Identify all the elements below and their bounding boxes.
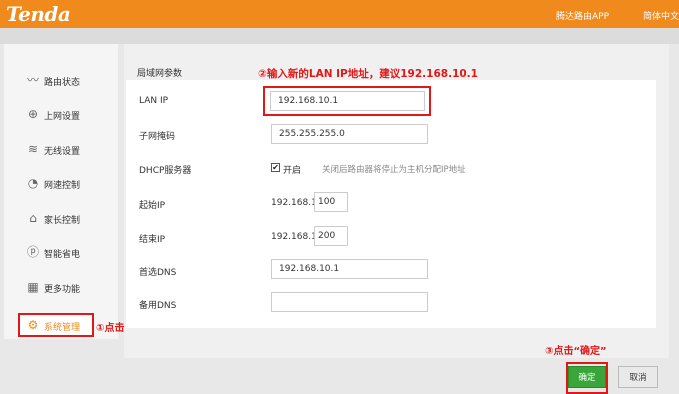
settings-card	[126, 80, 656, 328]
language-selector[interactable]: 简体中文	[643, 9, 679, 22]
sidebar-item-6[interactable]: ▦ 更多功能	[16, 277, 114, 299]
gear-icon: ⚙	[27, 318, 39, 332]
sidebar-item-label: 家长控制	[44, 216, 81, 226]
grid-icon: ▦	[27, 280, 39, 294]
end-ip-label: 结束IP	[139, 235, 166, 245]
sidebar-item-4[interactable]: ⌂ 家长控制	[16, 208, 114, 230]
sidebar-item-7[interactable]: ⚙ 系统管理	[18, 313, 94, 337]
annotation-step-3: ③点击“确定”	[545, 346, 607, 357]
subnet-mask-label: 子网掩码	[139, 132, 176, 142]
subnet-mask-input[interactable]: 255.255.255.0	[271, 124, 428, 144]
sidebar-item-label: 更多功能	[44, 285, 81, 295]
sidebar-item-2[interactable]: ≋ 无线设置	[16, 139, 114, 161]
cancel-button[interactable]: 取消	[618, 366, 658, 388]
status-wave-icon: 〰	[26, 73, 39, 87]
section-title: 局域网参数	[137, 69, 183, 79]
app-download-link[interactable]: 腾达路由APP	[556, 9, 609, 22]
speed-gauge-icon: ◔	[27, 176, 39, 190]
secondary-dns-input[interactable]	[271, 292, 428, 312]
lan-ip-input[interactable]: 192.168.10.1	[270, 91, 425, 111]
power-saving-icon: ⓟ	[26, 245, 39, 259]
start-ip-label: 起始IP	[139, 201, 166, 211]
sidebar-item-0[interactable]: 〰路由状态	[16, 70, 114, 92]
sidebar-item-label: 路由状态	[44, 78, 81, 88]
start-ip-input[interactable]: 100	[314, 192, 348, 212]
primary-dns-label: 首选DNS	[139, 268, 177, 278]
dhcp-enable-checkbox[interactable]: ✔	[271, 163, 280, 172]
sidebar-item-label: 系统管理	[44, 323, 81, 333]
lan-ip-label: LAN IP	[139, 96, 169, 106]
house-icon: ⌂	[29, 211, 37, 225]
secondary-dns-label: 备用DNS	[139, 301, 177, 311]
sidebar-item-1[interactable]: ⊕ 上网设置	[16, 104, 114, 126]
dhcp-server-label: DHCP服务器	[139, 166, 192, 176]
globe-icon: ⊕	[27, 107, 39, 121]
tenda-logo: Tenda	[6, 2, 71, 26]
annotation-step-2: ②输入新的LAN IP地址，建议192.168.10.1	[258, 68, 478, 80]
wifi-icon: ≋	[27, 142, 39, 156]
sidebar-item-label: 网速控制	[44, 181, 81, 191]
header-divider	[0, 28, 679, 44]
confirm-button[interactable]: 确定	[568, 366, 606, 388]
sidebar-item-label: 无线设置	[44, 147, 81, 157]
dhcp-enable-label: 开启	[283, 166, 302, 176]
end-ip-input[interactable]: 200	[314, 226, 348, 246]
annotation-step-1: ①点击	[96, 323, 125, 334]
primary-dns-input[interactable]: 192.168.10.1	[271, 259, 428, 279]
sidebar-item-3[interactable]: ◔ 网速控制	[16, 173, 114, 195]
sidebar-item-label: 智能省电	[44, 250, 81, 260]
sidebar-item-label: 上网设置	[44, 112, 81, 122]
dhcp-hint-text: 关闭后路由器将停止为主机分配IP地址	[322, 165, 466, 175]
top-bar: Tenda 腾达路由APP 简体中文	[0, 0, 679, 28]
sidebar-item-5[interactable]: ⓟ 智能省电	[16, 242, 114, 264]
